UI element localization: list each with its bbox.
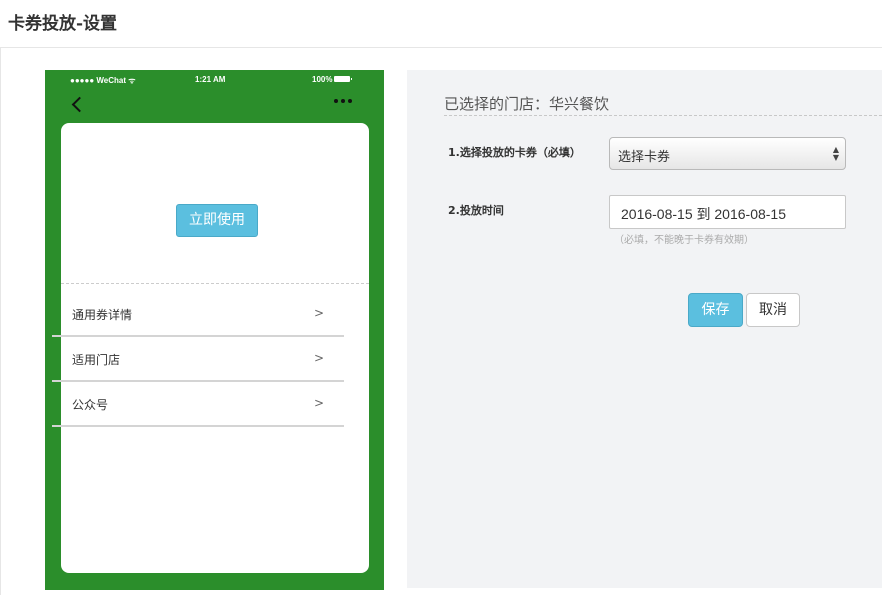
select-caret-icon: ▲ ▼ [832,145,839,162]
settings-panel: 已选择的门店：华兴餐饮 1.选择投放的卡券（必填） 选择卡券 ▲ ▼ 2.投放时间… [407,70,882,588]
coupon-select-value: 选择卡券 [618,150,671,165]
chevron-right-icon: > [313,396,324,410]
status-battery: 100% [312,75,353,84]
chevron-right-icon: > [313,351,324,365]
menu-item-applicable-stores[interactable]: 适用门店 > [52,337,344,382]
more-dots-icon[interactable] [333,98,353,106]
page-header: 卡券投放-设置 [0,0,882,48]
date-range-label: 2.投放时间 [448,204,504,217]
battery-icon [334,76,353,82]
heading-divider [444,115,882,116]
menu-item-coupon-details[interactable]: 通用券详情 > [52,292,344,337]
menu-item-official-account[interactable]: 公众号 > [52,382,344,427]
date-range-input[interactable]: 2016-08-15 到 2016-08-15 [609,195,846,229]
page-title: 卡券投放-设置 [8,14,118,34]
menu-item-label: 公众号 [72,398,109,412]
cancel-button[interactable]: 取消 [746,293,800,327]
coupon-select-label: 1.选择投放的卡券（必填） [448,146,581,159]
back-icon[interactable] [70,94,84,114]
menu-item-label: 通用券详情 [72,308,133,322]
phone-preview: ●●●●● WeChat ᯤ 1:21 AM 100% 立即使用 通用券详情 >… [45,70,384,590]
menu-item-label: 适用门店 [72,353,121,367]
date-range-hint: （必填，不能晚于卡券有效期） [614,235,754,246]
chevron-right-icon: > [313,306,324,320]
status-carrier: ●●●●● WeChat ᯤ [70,76,136,85]
left-divider [0,48,1,595]
status-bar: ●●●●● WeChat ᯤ 1:21 AM 100% [45,70,384,88]
use-now-button[interactable]: 立即使用 [176,204,258,237]
save-button[interactable]: 保存 [688,293,743,327]
selected-store-heading: 已选择的门店：华兴餐饮 [444,95,610,113]
coupon-select[interactable]: 选择卡券 ▲ ▼ [609,137,846,170]
dashed-divider [61,283,369,284]
status-time: 1:21 AM [195,75,226,84]
battery-percent: 100% [312,75,333,84]
